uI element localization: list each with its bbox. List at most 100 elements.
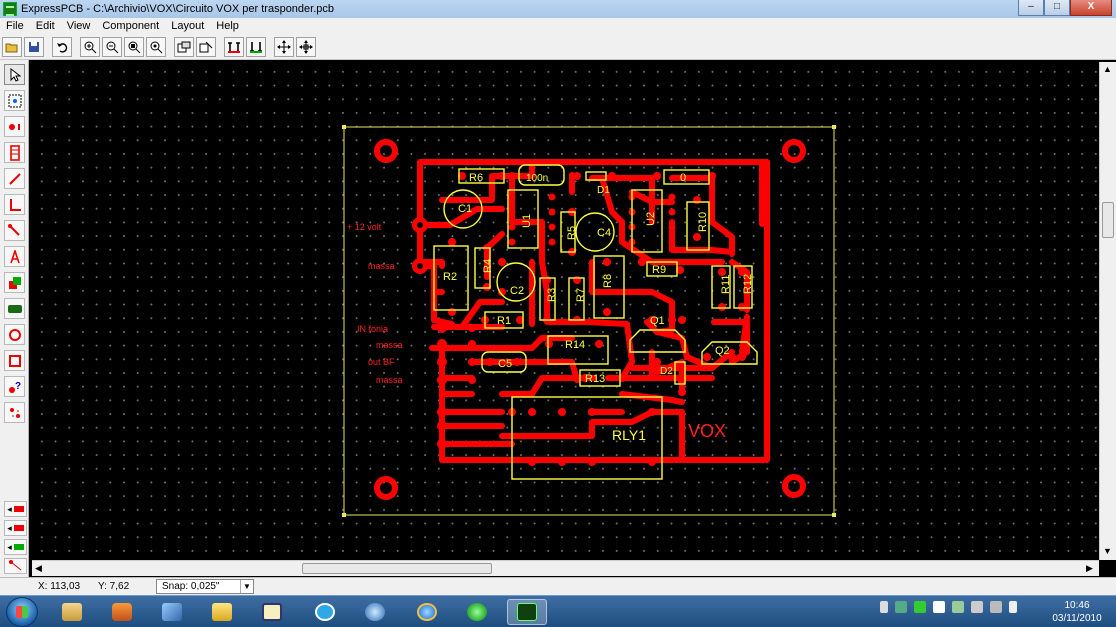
maximize-button[interactable]: □ <box>1044 0 1070 16</box>
menu-edit[interactable]: Edit <box>30 20 61 32</box>
status-x-coordinate: X: 113,03 <box>38 581 81 592</box>
open-icon[interactable] <box>2 36 22 57</box>
internet-explorer-icon[interactable] <box>407 599 447 625</box>
scroll-left-icon[interactable]: ◀ <box>35 563 42 574</box>
move-icon[interactable] <box>274 36 294 57</box>
tray-expand-icon[interactable] <box>880 601 888 613</box>
vertical-scroll-thumb[interactable] <box>1102 202 1114 238</box>
label-r13: R13 <box>585 373 605 385</box>
bottom-layer-icon[interactable]: ◂ <box>4 520 27 536</box>
menu-view[interactable]: View <box>61 20 97 32</box>
horizontal-scrollbar[interactable]: ◀ ▶ <box>32 560 1099 576</box>
chevron-down-icon[interactable]: ▼ <box>240 580 253 593</box>
trace-corner-icon[interactable] <box>4 194 25 215</box>
select-icon[interactable] <box>4 64 25 85</box>
taskbar-clock[interactable]: 10:46 03/11/2010 <box>1040 599 1114 625</box>
square-icon[interactable] <box>4 350 25 371</box>
snap-value: Snap: 0,025" <box>162 581 220 592</box>
horizontal-scroll-thumb[interactable] <box>302 563 492 574</box>
menu-help[interactable]: Help <box>210 20 245 32</box>
tray-signal-icon[interactable] <box>990 601 1002 613</box>
menu-bar: File Edit View Component Layout Help <box>0 18 1116 34</box>
ratsnest-icon[interactable] <box>4 558 27 574</box>
label-rly1: RLY1 <box>612 427 646 443</box>
clock-time: 10:46 <box>1064 600 1090 611</box>
select-area-icon[interactable] <box>4 90 25 111</box>
label-r3: R3 <box>546 288 558 302</box>
clock-date: 03/11/2010 <box>1052 613 1102 624</box>
label-100n: 100n <box>526 173 548 184</box>
trace-diagonal-icon[interactable] <box>4 220 25 241</box>
snap-select[interactable]: Snap: 0,025" ▼ <box>156 579 254 594</box>
top-layer-icon[interactable] <box>224 36 244 57</box>
network-icon[interactable] <box>355 599 395 625</box>
tray-network-icon[interactable] <box>895 601 907 613</box>
label-r7: R7 <box>575 288 587 302</box>
zoom-fit-icon[interactable] <box>146 36 166 57</box>
circle-icon[interactable] <box>4 324 25 345</box>
scroll-down-icon[interactable]: ▼ <box>1103 546 1112 556</box>
tray-flag-icon[interactable] <box>933 601 945 613</box>
label-r9: R9 <box>652 264 666 276</box>
label-massa-1: massa <box>368 261 395 271</box>
zoom-area-icon[interactable] <box>124 36 144 57</box>
system-tray <box>880 601 1024 613</box>
skype-icon[interactable] <box>305 599 345 625</box>
schematic-icon[interactable] <box>252 599 292 625</box>
menu-layout[interactable]: Layout <box>165 20 210 32</box>
component-properties-icon[interactable] <box>174 36 194 57</box>
top-layer-icon[interactable]: ◂ <box>4 501 27 517</box>
label-q2: Q2 <box>715 345 730 357</box>
start-button[interactable] <box>6 597 38 627</box>
taskbar: 10:46 03/11/2010 <box>0 595 1116 627</box>
save-icon[interactable] <box>24 36 44 57</box>
folder-icon[interactable] <box>202 599 242 625</box>
tool-palette: ? ◂ ◂ ◂ <box>0 60 29 578</box>
label-r1: R1 <box>497 315 511 327</box>
label-r12: R12 <box>742 274 754 294</box>
tray-volume-icon[interactable] <box>1009 601 1017 613</box>
zoom-in-icon[interactable] <box>80 36 100 57</box>
bottom-layer-icon[interactable] <box>246 36 266 57</box>
menu-component[interactable]: Component <box>96 20 165 32</box>
silkscreen-layer-icon[interactable]: ◂ <box>4 539 27 555</box>
scroll-right-icon[interactable]: ▶ <box>1086 563 1093 574</box>
place-component-icon[interactable] <box>4 142 25 163</box>
undo-icon[interactable] <box>52 36 72 57</box>
trace-icon[interactable] <box>4 168 25 189</box>
tray-security-icon[interactable] <box>952 601 964 613</box>
rotate-icon[interactable] <box>4 402 25 423</box>
filled-shape-icon[interactable] <box>4 272 25 293</box>
green-app-icon[interactable] <box>457 599 497 625</box>
label-r5: R5 <box>566 226 578 240</box>
label-c2: C2 <box>510 285 524 297</box>
text-icon[interactable] <box>4 246 25 267</box>
label-r14: R14 <box>565 339 585 351</box>
close-button[interactable]: X <box>1070 0 1112 16</box>
pcb-layout[interactable]: + 12 volt massa IN fonia massa out BF ma… <box>32 62 1098 560</box>
rectangle-icon[interactable] <box>4 298 25 319</box>
place-pad-icon[interactable] <box>4 116 25 137</box>
label-c1: C1 <box>458 203 472 215</box>
media-player-icon[interactable] <box>102 599 142 625</box>
explorer-icon[interactable] <box>52 599 92 625</box>
vertical-scrollbar[interactable]: ▲ ▼ <box>1099 62 1116 560</box>
tray-device-icon[interactable] <box>971 601 983 613</box>
expresspcb-icon[interactable] <box>507 599 547 625</box>
expresspcb-app-icon <box>3 2 17 16</box>
title-bar: ExpressPCB - C:\Archivio\VOX\Circuito VO… <box>0 0 1116 18</box>
move-all-icon[interactable] <box>296 36 316 57</box>
minimize-button[interactable]: – <box>1018 0 1044 16</box>
label-massa-3: massa <box>376 375 403 385</box>
label-c4: C4 <box>597 227 611 239</box>
label-r6: R6 <box>469 172 483 184</box>
tray-update-icon[interactable] <box>914 601 926 613</box>
tools-icon[interactable] <box>152 599 192 625</box>
mark-icon[interactable]: ? <box>4 376 25 397</box>
scroll-up-icon[interactable]: ▲ <box>1103 64 1112 74</box>
label-out-bf: out BF <box>368 357 395 367</box>
zoom-out-icon[interactable] <box>102 36 122 57</box>
pcb-canvas[interactable]: + 12 volt massa IN fonia massa out BF ma… <box>32 62 1098 560</box>
menu-file[interactable]: File <box>0 20 30 32</box>
pad-properties-icon[interactable] <box>196 36 216 57</box>
